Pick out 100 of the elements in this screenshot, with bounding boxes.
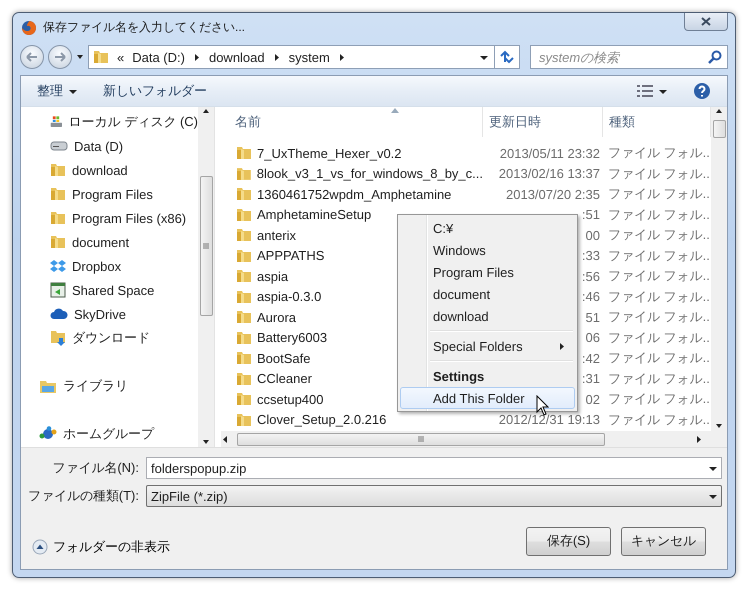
browser-globe-icon bbox=[21, 20, 37, 36]
mouse-pointer-icon bbox=[536, 395, 549, 416]
horizontal-scrollbar[interactable] bbox=[221, 431, 727, 447]
sidebar-item[interactable]: document bbox=[21, 230, 198, 254]
folder-icon bbox=[236, 248, 252, 264]
sidebar-item[interactable]: ホームグループ bbox=[21, 422, 198, 446]
folder-icon bbox=[236, 370, 252, 387]
type-cell-text: ファイル フォル.. bbox=[607, 226, 711, 244]
sidebar-item[interactable]: ライブラリ bbox=[21, 374, 198, 398]
breadcrumb-overflow[interactable]: « bbox=[117, 50, 124, 64]
scroll-up-icon bbox=[202, 107, 210, 116]
scroll-right-icon bbox=[695, 434, 703, 444]
collapse-up-icon bbox=[32, 539, 48, 555]
close-button[interactable] bbox=[684, 13, 728, 31]
date-cell: 2013/02/16 13:37 bbox=[498, 166, 600, 182]
scrollbar[interactable] bbox=[198, 107, 214, 447]
menu-item[interactable]: download bbox=[400, 305, 575, 327]
back-button[interactable] bbox=[20, 45, 44, 69]
file-type-dropdown[interactable]: ZipFile (*.zip) bbox=[146, 485, 722, 507]
view-button[interactable] bbox=[637, 85, 667, 97]
sidebar-item[interactable]: Program Files bbox=[21, 182, 198, 206]
date-cell: :33 bbox=[582, 248, 600, 264]
date-cell: 51 bbox=[586, 310, 600, 325]
type-cell-text: ファイル フォル.. bbox=[607, 288, 711, 306]
sidebar-item[interactable]: SkyDrive bbox=[21, 302, 198, 326]
breadcrumb[interactable]: system bbox=[288, 50, 330, 64]
folder-icon bbox=[236, 268, 252, 284]
close-icon bbox=[701, 17, 711, 26]
folder-icon bbox=[50, 210, 66, 226]
folder-icon bbox=[236, 206, 252, 223]
forward-button[interactable] bbox=[48, 45, 72, 69]
menu-item[interactable]: Windows bbox=[400, 239, 575, 261]
type-cell-text: ファイル フォル.. bbox=[607, 185, 711, 204]
file-name-cell[interactable]: 8look_v3_1_vs_for_windows_8_by_c... bbox=[221, 166, 483, 182]
folder-icon bbox=[50, 186, 66, 202]
file-name-cell[interactable]: 7_UxTheme_Hexer_v0.2 bbox=[221, 145, 483, 162]
scrollbar-thumb[interactable] bbox=[237, 432, 605, 446]
search-icon[interactable] bbox=[708, 50, 722, 64]
menu-item[interactable]: Add This Folder bbox=[400, 387, 575, 409]
file-name-cell[interactable]: Clover_Setup_2.0.216 bbox=[221, 412, 483, 428]
open-box-icon bbox=[50, 258, 66, 274]
refresh-arrows-icon bbox=[499, 50, 515, 64]
scrollbar[interactable] bbox=[711, 107, 727, 431]
folder-icon bbox=[236, 145, 252, 162]
date-cell: 2013/05/11 23:32 bbox=[500, 146, 600, 161]
list-view-icon bbox=[637, 85, 653, 97]
type-cell-text: ファイル フォル.. bbox=[607, 144, 711, 162]
folder-icon bbox=[236, 412, 252, 428]
new-folder-button[interactable]: 新しいフォルダー bbox=[103, 82, 207, 100]
submenu-item[interactable]: Special Folders bbox=[400, 335, 575, 357]
menu-item[interactable]: document bbox=[400, 283, 575, 305]
sidebar-item[interactable]: Shared Space bbox=[21, 278, 198, 302]
date-cell: :46 bbox=[582, 289, 600, 304]
date-cell: 02 bbox=[586, 392, 600, 407]
sidebar-item[interactable]: Program Files (x86) bbox=[21, 206, 198, 230]
type-cell-text: ファイル フォル.. bbox=[607, 328, 711, 347]
file-type-label: ファイルの種類(T): bbox=[26, 487, 139, 505]
sidebar-item[interactable]: ローカル ディスク (C) bbox=[21, 110, 198, 134]
type-cell-text: ファイル フォル.. bbox=[607, 246, 711, 265]
folder-icon bbox=[50, 234, 66, 250]
type-cell-text: ファイル フォル.. bbox=[607, 370, 711, 388]
date-cell: :56 bbox=[582, 268, 600, 284]
forward-arrow-icon bbox=[54, 52, 66, 62]
sidebar-item[interactable]: ダウンロード bbox=[21, 326, 198, 350]
date-cell: :31 bbox=[582, 371, 600, 386]
sidebar-item[interactable]: Dropbox bbox=[21, 254, 198, 278]
chevron-icon bbox=[192, 52, 201, 62]
breadcrumb[interactable]: Data (D:) bbox=[132, 50, 185, 64]
folder-icon bbox=[93, 49, 109, 65]
help-icon[interactable] bbox=[693, 82, 711, 100]
grip-icon bbox=[203, 243, 209, 249]
menu-item[interactable]: Settings bbox=[400, 365, 575, 387]
scroll-left-icon bbox=[221, 434, 229, 444]
refresh-button[interactable] bbox=[494, 45, 520, 69]
organize-button[interactable]: 整理 bbox=[37, 82, 77, 100]
type-cell-text: ファイル フォル.. bbox=[607, 267, 711, 286]
type-cell-text: ファイル フォル.. bbox=[607, 410, 711, 429]
date-cell: 2012/12/31 19:13 bbox=[498, 412, 600, 428]
library-icon bbox=[39, 378, 57, 394]
type-cell-text: ファイル フォル.. bbox=[607, 349, 711, 368]
folder-icon bbox=[236, 330, 252, 346]
folder-icon bbox=[50, 162, 66, 178]
menu-item[interactable]: Program Files bbox=[400, 261, 575, 283]
hide-folders-button[interactable]: フォルダーの非表示 bbox=[32, 538, 170, 556]
folder-icon bbox=[236, 227, 252, 244]
homegroup-icon bbox=[39, 426, 57, 442]
scrollbar-thumb[interactable] bbox=[712, 120, 726, 138]
scrollbar-thumb[interactable] bbox=[200, 176, 212, 316]
sidebar-item[interactable]: Data (D) bbox=[21, 134, 198, 158]
sidebar-item[interactable]: download bbox=[21, 158, 198, 182]
file-name-cell[interactable]: 1360461752wpdm_Amphetamine bbox=[221, 186, 483, 202]
window-title: 保存ファイル名を入力してください... bbox=[43, 19, 246, 36]
dialog-button[interactable]: キャンセル bbox=[621, 526, 706, 556]
submenu-arrow-icon bbox=[558, 342, 566, 350]
breadcrumb[interactable]: download bbox=[208, 50, 265, 64]
address-bar[interactable]: « Data (D:) download system bbox=[88, 45, 495, 69]
dialog-button[interactable]: 保存(S) bbox=[526, 526, 611, 556]
grip-icon bbox=[418, 436, 424, 442]
search-field[interactable]: systemの検索 bbox=[530, 45, 728, 69]
file-name-field[interactable]: folderspopup.zip bbox=[146, 457, 722, 479]
